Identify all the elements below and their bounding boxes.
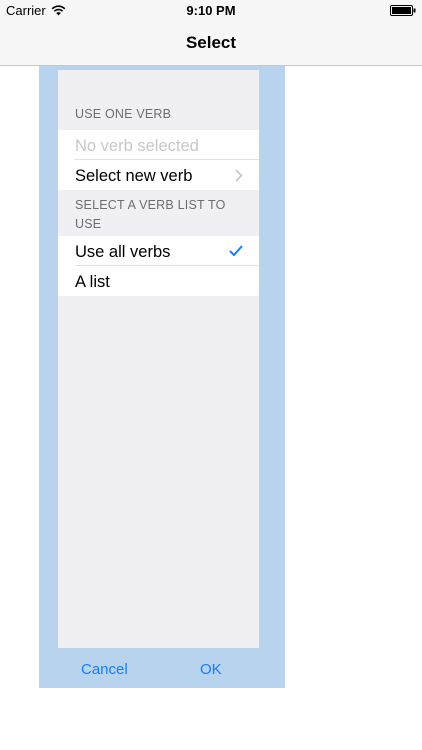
status-bar: Carrier 9:10 PM bbox=[0, 0, 422, 22]
checkmark-icon bbox=[229, 245, 243, 256]
verb-select-popup: USE ONE VERB No verb selected Select new… bbox=[39, 66, 285, 688]
page-title: Select bbox=[185, 33, 237, 52]
row-label: No verb selected bbox=[75, 137, 199, 155]
no-verb-selected-row: No verb selected bbox=[58, 130, 259, 160]
cancel-button[interactable]: Cancel bbox=[81, 660, 128, 680]
navigation-bar: Select bbox=[0, 22, 422, 66]
section-header-one-verb: USE ONE VERB bbox=[75, 107, 172, 121]
section-header-verb-list: SELECT A VERB LIST TO USE bbox=[75, 198, 226, 231]
row-label: Select new verb bbox=[75, 167, 193, 185]
chevron-right-icon bbox=[235, 169, 243, 182]
row-label: A list bbox=[75, 273, 110, 291]
verb-options-table[interactable]: USE ONE VERB No verb selected Select new… bbox=[58, 70, 259, 648]
battery-icon bbox=[390, 5, 416, 16]
use-all-verbs-row[interactable]: Use all verbs bbox=[58, 236, 259, 266]
status-time: 9:10 PM bbox=[186, 3, 236, 18]
select-new-verb-row[interactable]: Select new verb bbox=[58, 160, 259, 190]
row-label: Use all verbs bbox=[75, 243, 171, 261]
ok-button[interactable]: OK bbox=[200, 660, 222, 680]
a-list-row[interactable]: A list bbox=[58, 266, 259, 296]
